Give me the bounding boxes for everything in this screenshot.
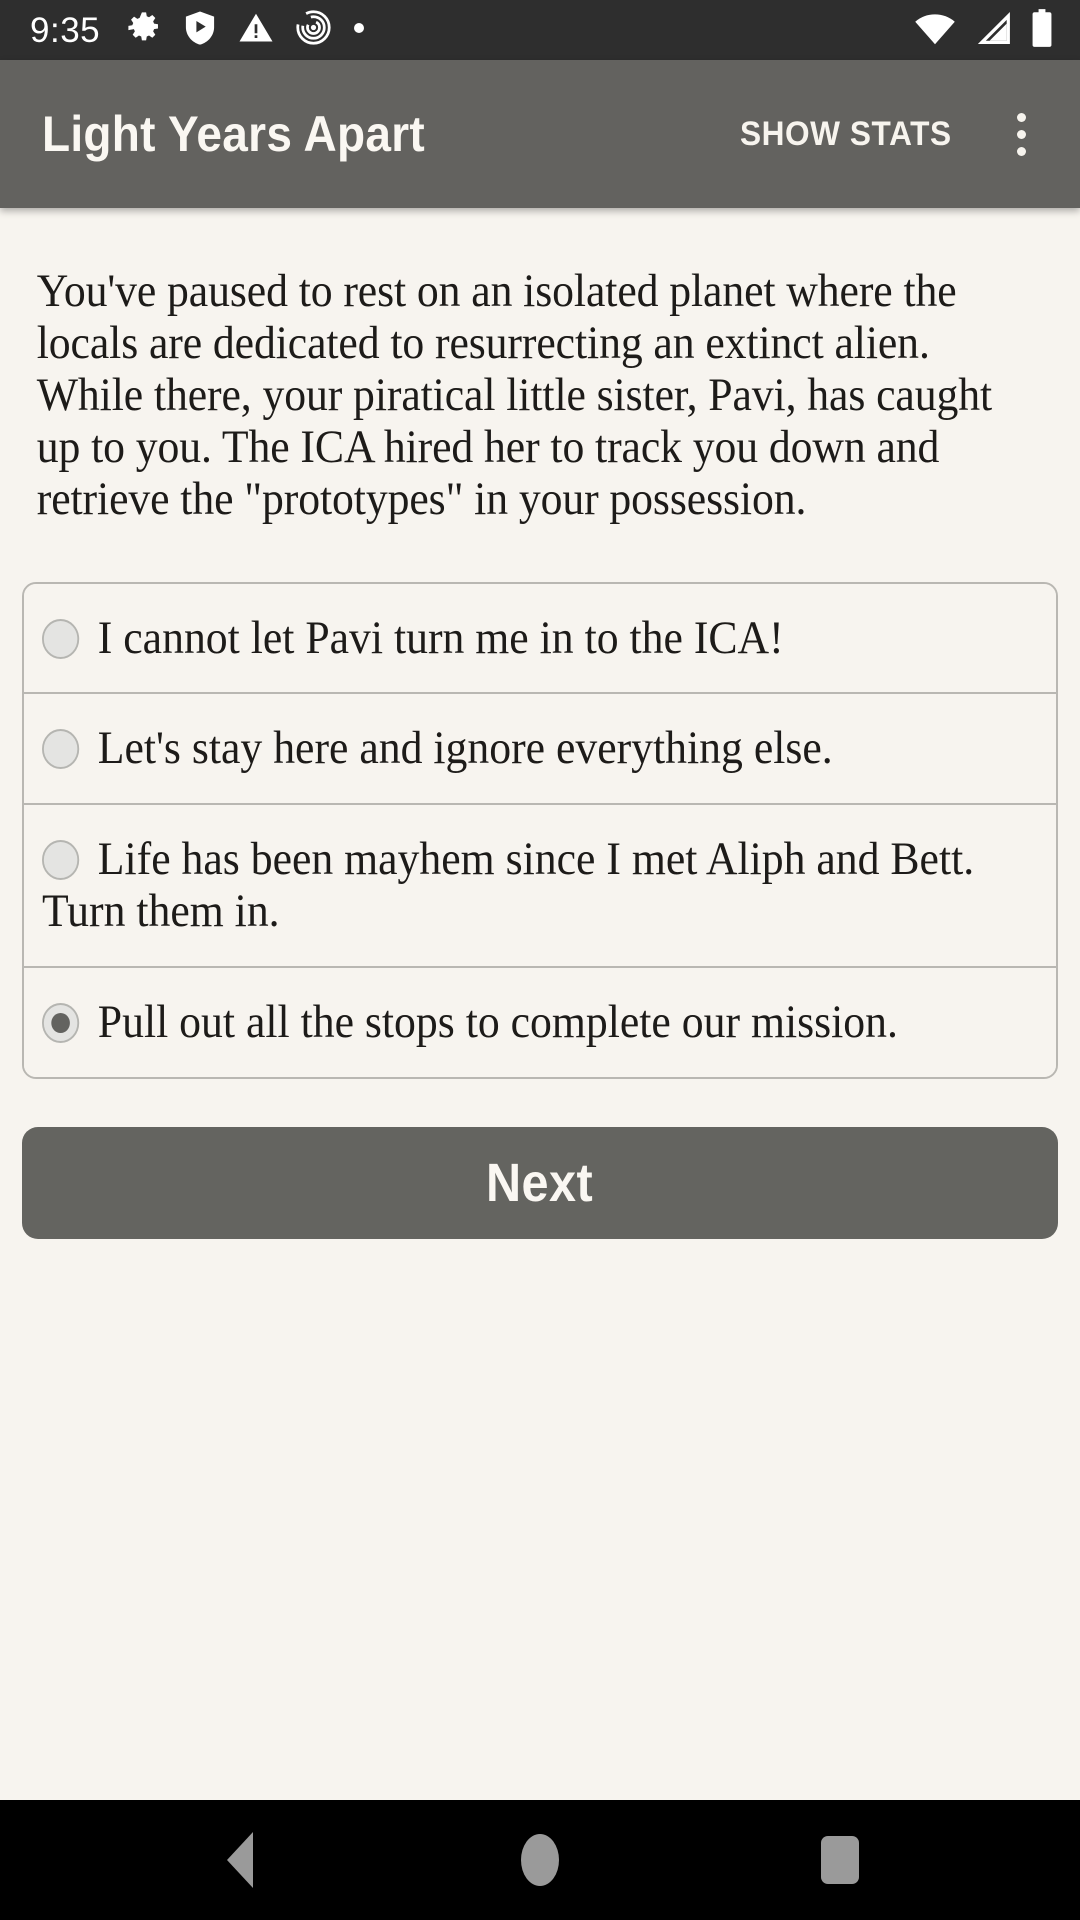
labyrinth-icon <box>295 9 332 51</box>
story-text: You've paused to rest on an isolated pla… <box>36 265 993 525</box>
overflow-dot <box>1016 129 1026 139</box>
choice-options-group: I cannot let Pavi turn me in to the ICA!… <box>22 581 1058 1079</box>
choice-option-content: Life has been mayhem since I met Aliph a… <box>42 833 1038 938</box>
choice-option-1[interactable]: I cannot let Pavi turn me in to the ICA! <box>24 583 1056 695</box>
choice-option-content: Let's stay here and ignore everything el… <box>42 722 1038 775</box>
choice-option-label: Pull out all the stops to complete our m… <box>97 996 898 1049</box>
radio-button-selected[interactable] <box>42 1003 80 1044</box>
android-nav-bar <box>0 1800 1080 1920</box>
choice-option-4[interactable]: Pull out all the stops to complete our m… <box>24 968 1056 1077</box>
choice-option-content: I cannot let Pavi turn me in to the ICA! <box>42 612 1038 665</box>
choice-option-content: Pull out all the stops to complete our m… <box>42 996 1038 1049</box>
status-bar: 9:35 <box>0 0 1080 60</box>
choice-option-label: I cannot let Pavi turn me in to the ICA! <box>97 611 784 664</box>
recents-square-icon <box>821 1836 859 1884</box>
warning-triangle-icon <box>238 10 274 51</box>
next-button-label: Next <box>486 1152 594 1213</box>
status-notification-icons <box>126 9 365 51</box>
back-button[interactable] <box>165 1800 315 1920</box>
home-button[interactable] <box>465 1800 615 1920</box>
choice-option-3[interactable]: Life has been mayhem since I met Aliph a… <box>24 804 1056 969</box>
overflow-dot <box>1016 112 1026 122</box>
recents-button[interactable] <box>765 1800 915 1920</box>
choice-option-2[interactable]: Let's stay here and ignore everything el… <box>24 694 1056 805</box>
play-protect-shield-icon <box>183 10 217 51</box>
radio-button-unselected[interactable] <box>42 618 80 659</box>
main-content: You've paused to rest on an isolated pla… <box>0 208 1080 1800</box>
battery-icon <box>1030 8 1054 52</box>
next-button[interactable]: Next <box>22 1126 1058 1239</box>
radio-button-unselected[interactable] <box>42 729 80 770</box>
radio-button-unselected[interactable] <box>42 839 80 880</box>
dot-icon <box>353 21 365 39</box>
phone-screen: 9:35 Light Years Apart SHOW STATS You've… <box>0 0 1080 1920</box>
overflow-menu-icon[interactable] <box>984 91 1058 177</box>
choice-option-label: Let's stay here and ignore everything el… <box>97 722 833 775</box>
app-bar-actions: SHOW STATS <box>716 91 1058 177</box>
choice-option-label: Life has been mayhem since I met Aliph a… <box>42 832 975 938</box>
app-bar: Light Years Apart SHOW STATS <box>0 60 1080 208</box>
page-title: Light Years Apart <box>42 106 426 162</box>
status-clock: 9:35 <box>30 10 101 50</box>
show-stats-button[interactable]: SHOW STATS <box>725 97 966 172</box>
status-system-icons <box>914 8 1054 52</box>
cellular-signal-icon <box>973 10 1013 51</box>
gear-icon <box>126 10 162 51</box>
back-triangle-icon <box>227 1832 253 1888</box>
wifi-icon <box>914 10 956 51</box>
home-circle-icon <box>521 1834 559 1886</box>
overflow-dot <box>1016 146 1026 156</box>
